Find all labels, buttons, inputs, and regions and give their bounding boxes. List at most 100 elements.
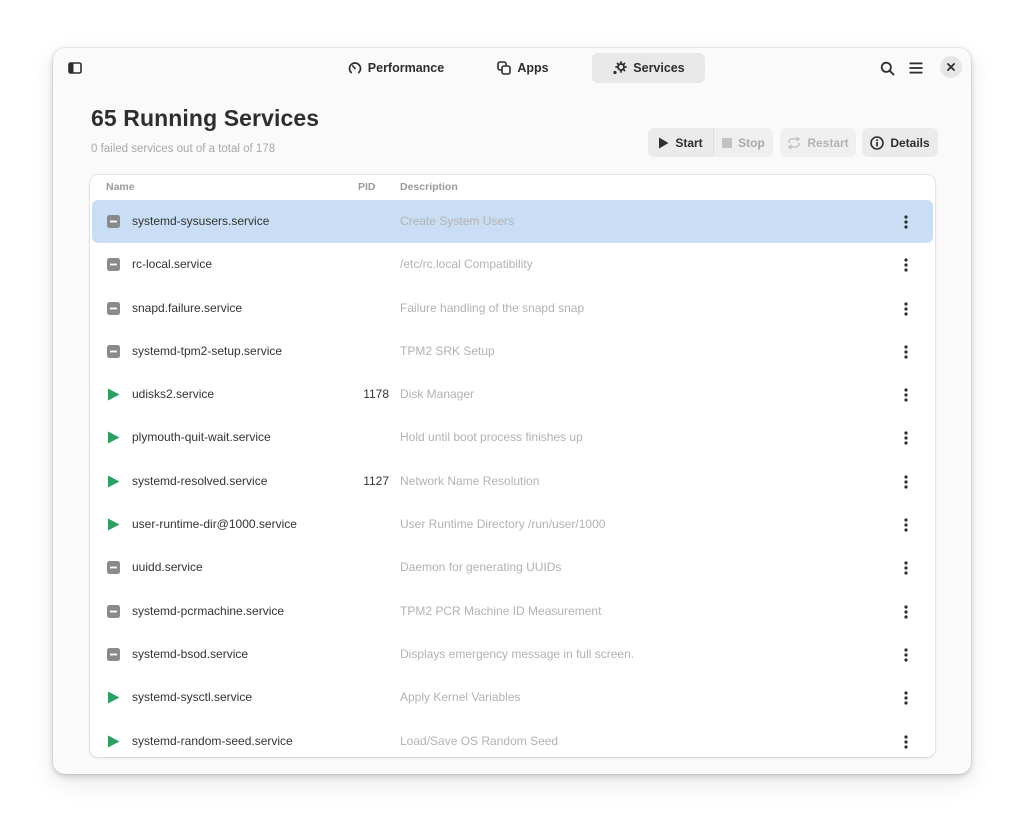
service-actions: Start Stop Restart Details [648, 128, 938, 157]
running-icon [107, 431, 120, 444]
row-menu-button[interactable] [896, 557, 916, 579]
play-icon [659, 137, 669, 148]
row-menu-button[interactable] [896, 514, 916, 536]
service-row[interactable]: rc-local.service /etc/rc.local Compatibi… [90, 243, 935, 286]
service-description: Network Name Resolution [400, 473, 540, 488]
service-row[interactable]: systemd-resolved.service 1127 Network Na… [90, 460, 935, 503]
service-row[interactable]: systemd-tpm2-setup.service TPM2 SRK Setu… [90, 330, 935, 373]
row-menu-button[interactable] [896, 601, 916, 623]
service-name: systemd-pcrmachine.service [132, 603, 285, 618]
service-row[interactable]: user-runtime-dir@1000.service User Runti… [90, 503, 935, 546]
header-bar: Performance Apps Services [53, 48, 971, 88]
running-icon [107, 518, 120, 531]
row-menu-button[interactable] [896, 384, 916, 406]
tab-services[interactable]: Services [592, 53, 705, 83]
row-menu-button[interactable] [896, 254, 916, 276]
service-description: Disk Manager [400, 387, 475, 402]
service-name: udisks2.service [132, 387, 215, 402]
apps-icon [497, 61, 512, 75]
row-menu-button[interactable] [896, 341, 916, 363]
service-name: plymouth-quit-wait.service [132, 430, 271, 445]
tab-label: Apps [517, 61, 549, 75]
search-icon [880, 61, 894, 75]
service-name: systemd-sysctl.service [132, 690, 253, 705]
running-icon [107, 475, 120, 488]
service-row[interactable]: systemd-sysusers.service Create System U… [90, 200, 935, 243]
row-menu-button[interactable] [896, 687, 916, 709]
running-icon [107, 691, 120, 704]
row-menu-button[interactable] [896, 211, 916, 233]
service-name: rc-local.service [132, 257, 213, 272]
service-description: TPM2 PCR Machine ID Measurement [400, 603, 602, 618]
more-vertical-icon [904, 215, 908, 229]
more-vertical-icon [904, 345, 908, 359]
service-description: Displays emergency message in full scree… [400, 646, 635, 661]
more-vertical-icon [904, 734, 908, 749]
row-menu-button[interactable] [896, 471, 916, 493]
stop-button[interactable]: Stop [713, 128, 773, 157]
gauge-icon [348, 62, 362, 74]
search-button[interactable] [874, 55, 900, 81]
service-name: systemd-resolved.service [132, 473, 268, 488]
app-window: Performance Apps Services 65 Running Ser… [53, 48, 971, 774]
restart-button[interactable]: Restart [780, 128, 856, 157]
tab-performance[interactable]: Performance [333, 53, 459, 83]
more-vertical-icon [904, 388, 908, 402]
service-row[interactable]: systemd-random-seed.service Load/Save OS… [90, 720, 935, 757]
service-description: Apply Kernel Variables [400, 690, 521, 705]
view-switcher: Performance Apps Services [333, 53, 705, 83]
main-menu-button[interactable] [903, 55, 929, 81]
service-row[interactable]: snapd.failure.service Failure handling o… [90, 287, 935, 330]
service-name: systemd-sysusers.service [132, 214, 270, 228]
service-row[interactable]: systemd-sysctl.service Apply Kernel Vari… [90, 676, 935, 719]
services-list: Name PID Description systemd-sysusers.se… [90, 175, 935, 757]
service-name: snapd.failure.service [132, 300, 243, 315]
close-button[interactable] [940, 56, 962, 78]
page-title: 65 Running Services [91, 105, 320, 131]
running-icon [107, 388, 120, 401]
details-button[interactable]: Details [862, 128, 938, 157]
stopped-icon [107, 561, 120, 575]
service-row[interactable]: udisks2.service 1178 Disk Manager [90, 373, 935, 416]
more-vertical-icon [904, 431, 908, 446]
more-vertical-icon [904, 561, 908, 575]
service-description: Load/Save OS Random Seed [400, 733, 559, 748]
service-description: Hold until boot process finishes up [400, 430, 583, 445]
service-row[interactable]: plymouth-quit-wait.service Hold until bo… [90, 416, 935, 459]
stopped-icon [107, 258, 120, 272]
service-description: /etc/rc.local Compatibility [400, 257, 533, 272]
column-header-name[interactable]: Name [106, 181, 135, 193]
services-rows: systemd-sysusers.service Create System U… [90, 200, 935, 757]
service-description: Failure handling of the snapd snap [400, 300, 585, 315]
service-row[interactable]: systemd-pcrmachine.service TPM2 PCR Mach… [90, 590, 935, 633]
sidebar-toggle-button[interactable] [63, 56, 87, 80]
service-name: user-runtime-dir@1000.service [132, 517, 297, 532]
more-vertical-icon [904, 301, 908, 316]
row-menu-button[interactable] [896, 427, 916, 449]
row-menu-button[interactable] [896, 644, 916, 666]
service-description: Create System Users [400, 214, 515, 228]
stopped-icon [107, 301, 120, 315]
more-vertical-icon [904, 258, 908, 272]
start-label: Start [675, 135, 703, 150]
service-description: TPM2 SRK Setup [400, 343, 495, 358]
row-menu-button[interactable] [896, 298, 916, 320]
details-label: Details [890, 135, 930, 150]
start-button[interactable]: Start [648, 128, 713, 157]
tab-apps[interactable]: Apps [467, 53, 579, 83]
column-header-description[interactable]: Description [400, 181, 458, 193]
tab-label: Performance [367, 61, 445, 75]
service-row[interactable]: uuidd.service Daemon for generating UUID… [90, 546, 935, 589]
service-name: uuidd.service [132, 560, 203, 575]
stopped-icon [107, 647, 120, 661]
restart-label: Restart [807, 135, 849, 150]
more-vertical-icon [904, 691, 908, 705]
column-header-pid[interactable]: PID [358, 181, 376, 193]
more-vertical-icon [904, 518, 908, 532]
service-row[interactable]: systemd-bsod.service Displays emergency … [90, 633, 935, 676]
stopped-icon [107, 215, 120, 228]
row-menu-button[interactable] [896, 731, 916, 753]
restart-icon [788, 136, 801, 149]
service-pid: 1127 [363, 473, 389, 488]
stop-label: Stop [738, 135, 765, 150]
